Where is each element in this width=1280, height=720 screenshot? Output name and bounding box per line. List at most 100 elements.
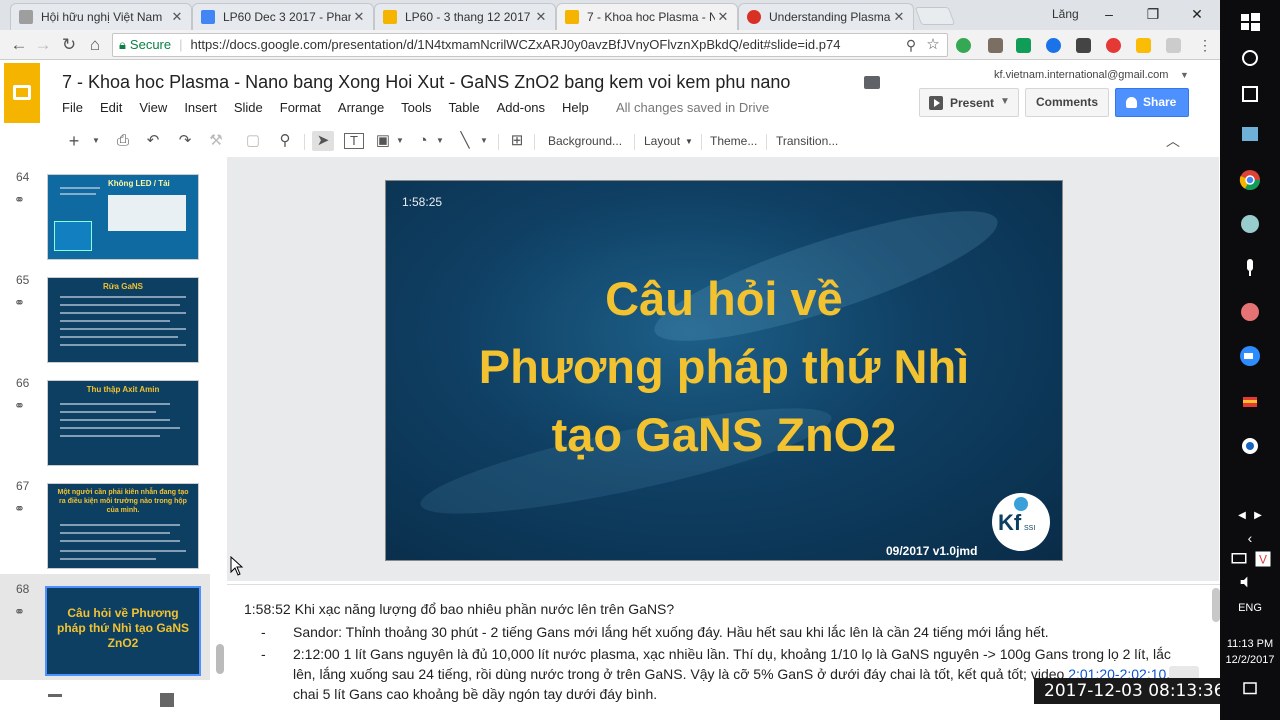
collapse-chevron-up-icon[interactable]: ︿	[1166, 131, 1180, 151]
fit-zoom-icon[interactable]: ▢	[244, 131, 262, 151]
browser-tab[interactable]: Understanding Plasma S ✕	[738, 3, 914, 30]
app-tray-icon[interactable]: V	[1254, 550, 1272, 568]
close-icon[interactable]: ✕	[533, 9, 549, 25]
back-icon[interactable]: ←	[8, 34, 30, 56]
slide-thumbnail-row[interactable]: 65 ⚭ Rửa GaNS	[0, 265, 210, 367]
filmstrip-scrollbar[interactable]	[216, 644, 224, 674]
layout-button[interactable]: Layout	[644, 134, 680, 148]
app-icon[interactable]	[1238, 434, 1262, 458]
zoom-icon[interactable]: ⚲	[276, 131, 294, 151]
app-icon[interactable]	[1238, 212, 1262, 236]
background-button[interactable]: Background...	[548, 134, 622, 148]
zoom-camera-icon[interactable]	[1238, 344, 1262, 368]
browser-tab-active[interactable]: 7 - Khoa hoc Plasma - N ✕	[556, 3, 738, 30]
list-view-icon[interactable]	[48, 694, 62, 697]
document-title[interactable]: 7 - Khoa hoc Plasma - Nano bang Xong Hoi…	[62, 72, 790, 93]
image-icon[interactable]: ▣	[374, 131, 392, 151]
forward-icon[interactable]: →	[32, 34, 54, 56]
close-icon[interactable]: ✕	[169, 9, 185, 25]
chevron-down-icon[interactable]: ▼	[396, 131, 404, 151]
extension-icon[interactable]	[1076, 38, 1091, 53]
menu-view[interactable]: View	[139, 100, 167, 115]
paint-format-icon[interactable]: ⚒	[207, 131, 225, 151]
close-icon[interactable]: ✕	[715, 9, 731, 25]
task-view-icon[interactable]	[1238, 82, 1262, 106]
text-box-icon[interactable]: T	[344, 133, 364, 149]
new-tab-button[interactable]	[914, 7, 956, 25]
menu-format[interactable]: Format	[280, 100, 321, 115]
print-icon[interactable]: ⎙	[114, 131, 132, 151]
browser-tab[interactable]: Hội hữu nghị Việt Nam ✕	[10, 3, 192, 30]
microphone-icon[interactable]	[1238, 256, 1262, 280]
comments-button[interactable]: Comments	[1025, 88, 1109, 117]
address-bar[interactable]: 🔒︎ Secure | https://docs.google.com/present…	[112, 33, 948, 57]
extension-icon[interactable]	[1106, 38, 1121, 53]
select-cursor-icon[interactable]: ➤	[312, 131, 334, 151]
transition-button[interactable]: Transition...	[776, 134, 838, 148]
line-icon[interactable]: ╲	[456, 131, 474, 151]
new-slide-plus-icon[interactable]: +	[66, 131, 82, 151]
chevron-down-icon[interactable]: ▼	[91, 131, 101, 151]
chevron-down-icon[interactable]: ▼	[480, 131, 488, 151]
bookmark-star-icon[interactable]: ☆	[922, 34, 944, 56]
menu-addons[interactable]: Add-ons	[497, 100, 545, 115]
slide-thumbnail[interactable]: Thu thập Axit Amin	[47, 380, 199, 466]
clock-date[interactable]: 12/2/2017	[1220, 654, 1280, 666]
app-icon[interactable]	[1238, 122, 1262, 146]
notes-scrollbar[interactable]	[1212, 588, 1220, 622]
scroll-arrows-icon[interactable]: ◀ ▶	[1220, 510, 1280, 521]
extension-icon[interactable]	[1046, 38, 1061, 53]
restore-button[interactable]: ❐	[1138, 4, 1168, 24]
home-icon[interactable]: ⌂	[84, 34, 106, 56]
slide-thumbnail-row[interactable]: 67 ⚭ Một người cần phải kiên nhẫn đang t…	[0, 471, 210, 573]
volume-icon[interactable]	[1238, 574, 1254, 590]
app-icon[interactable]	[1238, 390, 1262, 414]
network-icon[interactable]	[1230, 550, 1248, 568]
menu-help[interactable]: Help	[562, 100, 589, 115]
account-email[interactable]: kf.vietnam.international@gmail.com	[994, 69, 1168, 81]
share-button[interactable]: Share	[1115, 88, 1189, 117]
shape-icon[interactable]: ◔	[414, 131, 432, 151]
chevron-up-icon[interactable]: ‹	[1220, 530, 1280, 546]
extension-icon[interactable]	[988, 38, 1003, 53]
chevron-down-icon[interactable]: ▼	[1180, 70, 1189, 80]
menu-insert[interactable]: Insert	[184, 100, 217, 115]
slides-logo[interactable]	[4, 63, 40, 123]
chrome-icon[interactable]	[1238, 168, 1262, 192]
menu-table[interactable]: Table	[449, 100, 480, 115]
clock-time[interactable]: 11:13 PM	[1220, 638, 1280, 650]
close-icon[interactable]: ✕	[891, 9, 907, 25]
close-icon[interactable]: ✕	[351, 9, 367, 25]
slide-thumbnail-row[interactable]: 66 ⚭ Thu thập Axit Amin	[0, 368, 210, 470]
slide-thumbnail[interactable]: Rửa GaNS	[47, 277, 199, 363]
save-status[interactable]: All changes saved in Drive	[616, 100, 769, 115]
menu-slide[interactable]: Slide	[234, 100, 263, 115]
redo-icon[interactable]: ↷	[176, 131, 194, 151]
current-slide[interactable]: 1:58:25 Câu hỏi về Phương pháp thứ Nhì t…	[385, 180, 1063, 561]
search-circle-icon[interactable]	[1238, 46, 1262, 70]
present-button[interactable]: Present ▼	[919, 88, 1019, 117]
extension-icon[interactable]	[1166, 38, 1181, 53]
menu-edit[interactable]: Edit	[100, 100, 122, 115]
notifications-icon[interactable]	[1241, 680, 1259, 698]
browser-tab[interactable]: LP60 Dec 3 2017 - Phan ✕	[192, 3, 374, 30]
close-window-button[interactable]: ✕	[1182, 4, 1212, 24]
app-icon[interactable]	[1238, 300, 1262, 324]
undo-icon[interactable]: ↶	[144, 131, 162, 151]
drive-icon[interactable]	[1136, 38, 1151, 53]
windows-start-icon[interactable]	[1238, 10, 1262, 34]
add-comment-icon[interactable]: ⊞	[508, 131, 526, 151]
chevron-down-icon[interactable]: ▼	[685, 137, 693, 146]
theme-button[interactable]: Theme...	[710, 134, 757, 148]
minimize-button[interactable]: –	[1094, 4, 1124, 24]
extension-icon[interactable]	[1016, 38, 1031, 53]
chevron-down-icon[interactable]: ▼	[436, 131, 444, 151]
menu-tools[interactable]: Tools	[401, 100, 431, 115]
slide-thumbnail[interactable]: Một người cần phải kiên nhẫn đang tạo ra…	[47, 483, 199, 569]
chevron-down-icon[interactable]: ▼	[1000, 96, 1010, 107]
menu-kebab-icon[interactable]: ⋮	[1194, 34, 1216, 56]
menu-arrange[interactable]: Arrange	[338, 100, 384, 115]
grid-view-icon[interactable]	[160, 693, 174, 707]
profile-name[interactable]: Lăng	[1052, 7, 1079, 21]
folder-icon[interactable]	[864, 76, 880, 89]
